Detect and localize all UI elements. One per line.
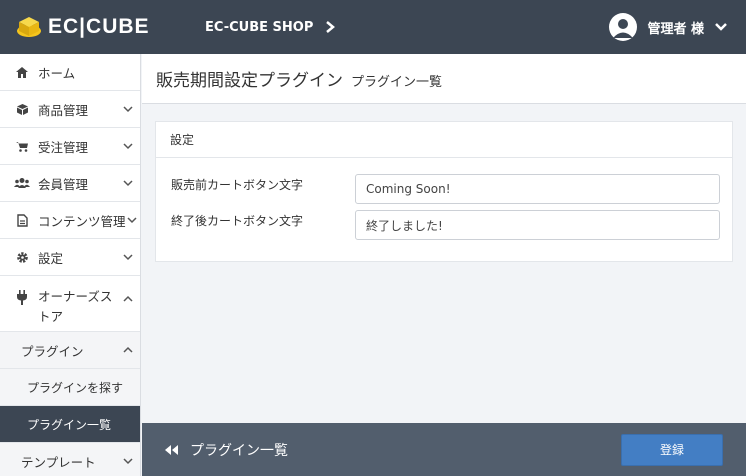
shop-link[interactable]: EC-CUBE SHOP bbox=[205, 19, 336, 35]
sidebar-item-label: 受注管理 bbox=[38, 139, 89, 155]
sidebar-nav: ホーム 商品管理 受注管理 会員管理 コンテンツ管理 設定 オーナーズストア プ… bbox=[0, 54, 141, 476]
page-title: 販売期間設定プラグイン bbox=[156, 71, 343, 91]
sidebar-item-label: 商品管理 bbox=[38, 102, 89, 118]
ec-cube-logo[interactable]: EC|CUBE bbox=[16, 15, 181, 39]
sidebar-item-label: ホーム bbox=[38, 65, 76, 81]
sidebar-item-label: プラグインを探す bbox=[27, 380, 124, 395]
sidebar-item-plugin-search[interactable]: プラグインを探す bbox=[0, 369, 140, 406]
logo-text: EC|CUBE bbox=[48, 15, 150, 38]
page-subtitle: プラグイン一覧 bbox=[351, 74, 443, 90]
user-menu[interactable]: 管理者 様 bbox=[609, 13, 728, 41]
chevron-right-icon bbox=[326, 21, 336, 33]
chevron-up-icon bbox=[123, 346, 133, 353]
main-content: 販売期間設定プラグイン プラグイン一覧 設定 販売前カートボタン文字 Comin… bbox=[142, 54, 746, 423]
sidebar-item-label: 会員管理 bbox=[38, 176, 89, 192]
action-footer: プラグイン一覧 登録 bbox=[142, 423, 746, 476]
cube-logo-icon bbox=[17, 17, 41, 37]
cube-icon bbox=[14, 101, 30, 117]
field-label: 販売前カートボタン文字 bbox=[171, 178, 304, 192]
chevron-down-icon bbox=[123, 180, 133, 187]
chevron-up-icon bbox=[123, 295, 133, 302]
chevron-down-icon bbox=[123, 458, 133, 465]
page-title-bar: 販売期間設定プラグイン プラグイン一覧 bbox=[142, 54, 746, 104]
sidebar-item-orders[interactable]: 受注管理 bbox=[0, 128, 140, 165]
card-heading: 設定 bbox=[156, 122, 732, 158]
sidebar-item-templates[interactable]: テンプレート bbox=[0, 443, 140, 476]
cart-icon bbox=[14, 138, 30, 154]
chevron-down-icon bbox=[123, 143, 133, 150]
field-label: 終了後カートボタン文字 bbox=[171, 214, 304, 228]
sidebar-item-home[interactable]: ホーム bbox=[0, 54, 140, 91]
chevron-down-icon bbox=[126, 217, 137, 224]
sidebar-item-members[interactable]: 会員管理 bbox=[0, 165, 140, 202]
sidebar-item-label: プラグイン bbox=[21, 343, 84, 359]
before-sale-button-text-input[interactable]: Coming Soon! bbox=[355, 174, 720, 204]
gear-icon bbox=[14, 249, 30, 265]
sidebar-item-label: プラグイン一覧 bbox=[27, 417, 112, 432]
sidebar-item-label: 設定 bbox=[38, 250, 64, 266]
top-header: EC|CUBE EC-CUBE SHOP 管理者 様 bbox=[0, 0, 746, 54]
user-name: 管理者 様 bbox=[647, 21, 704, 37]
sidebar-item-content[interactable]: コンテンツ管理 bbox=[0, 202, 140, 239]
sidebar-item-settings[interactable]: 設定 bbox=[0, 239, 140, 276]
sidebar-item-plugins[interactable]: プラグイン bbox=[0, 332, 140, 369]
register-button[interactable]: 登録 bbox=[621, 433, 723, 466]
after-sale-button-text-input[interactable]: 終了しました! bbox=[355, 210, 720, 240]
double-chevron-left-icon bbox=[165, 444, 178, 455]
sidebar-item-owners-store[interactable]: オーナーズストア bbox=[0, 276, 140, 332]
chevron-down-icon bbox=[715, 23, 727, 31]
sidebar-item-plugin-list[interactable]: プラグイン一覧 bbox=[0, 406, 140, 443]
sidebar-item-products[interactable]: 商品管理 bbox=[0, 91, 140, 128]
chevron-down-icon bbox=[123, 106, 133, 113]
sidebar-item-label: オーナーズストア bbox=[38, 289, 113, 324]
back-link-label: プラグイン一覧 bbox=[190, 442, 288, 459]
sidebar-item-label: テンプレート bbox=[21, 454, 96, 470]
home-icon bbox=[14, 64, 30, 80]
field-row-before-sale: 販売前カートボタン文字 Coming Soon! bbox=[171, 174, 720, 204]
document-icon bbox=[14, 212, 30, 228]
sidebar-item-label: コンテンツ管理 bbox=[38, 213, 126, 229]
settings-card: 設定 販売前カートボタン文字 Coming Soon! 終了後カートボタン文字 … bbox=[155, 121, 733, 262]
back-to-plugin-list-link[interactable]: プラグイン一覧 bbox=[164, 440, 288, 460]
field-row-after-sale: 終了後カートボタン文字 終了しました! bbox=[171, 210, 720, 240]
chevron-down-icon bbox=[123, 254, 133, 261]
shop-name: EC-CUBE SHOP bbox=[205, 19, 314, 35]
user-avatar-icon bbox=[609, 13, 638, 41]
users-icon bbox=[14, 175, 30, 191]
